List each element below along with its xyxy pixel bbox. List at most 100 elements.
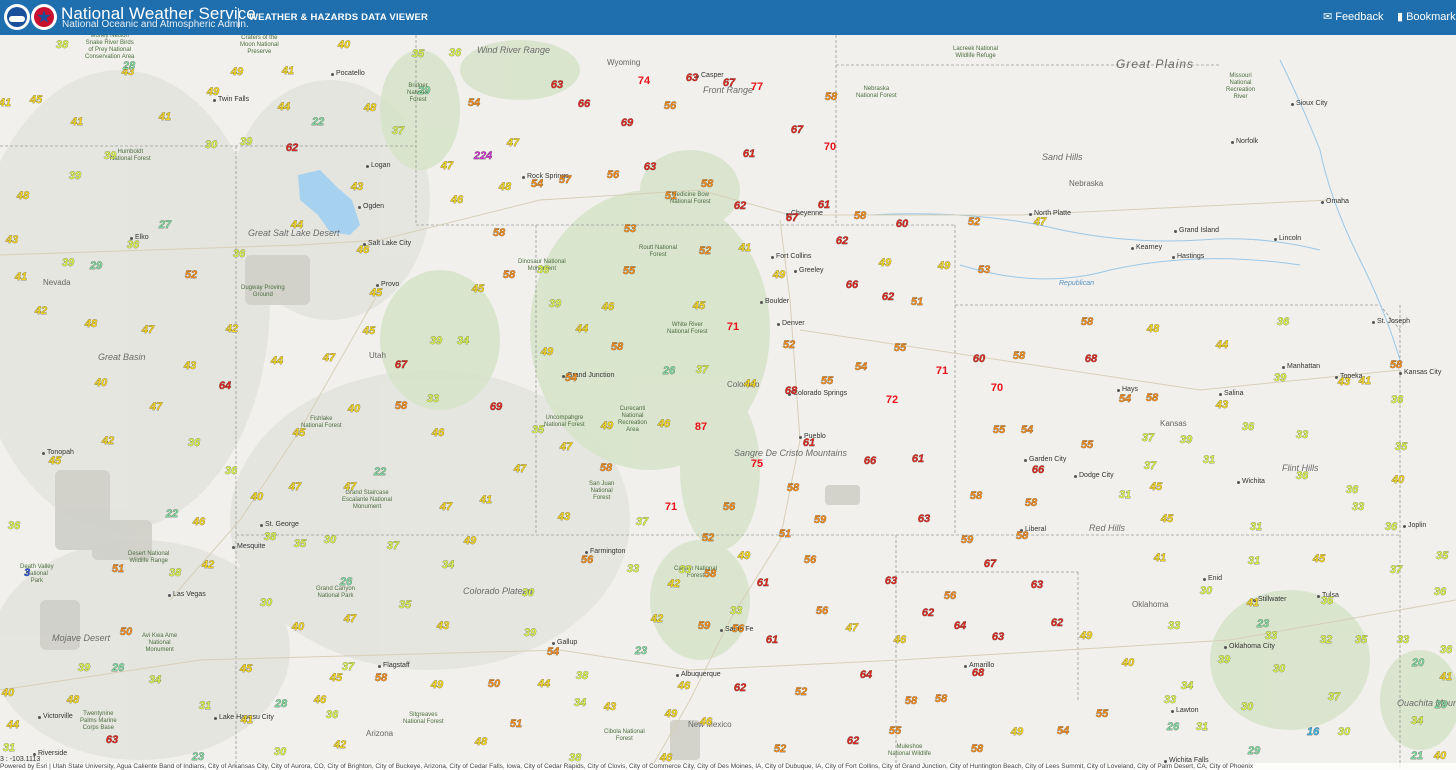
temperature-observation[interactable]: 45 xyxy=(1150,481,1163,493)
temperature-observation[interactable]: 69 xyxy=(621,117,634,129)
temperature-observation[interactable]: 52 xyxy=(702,532,715,544)
temperature-observation[interactable]: 63 xyxy=(1031,579,1044,591)
temperature-observation[interactable]: 71 xyxy=(936,365,948,377)
temperature-observation[interactable]: 46 xyxy=(432,427,445,439)
temperature-observation[interactable]: 30 xyxy=(522,587,535,599)
temperature-observation[interactable]: 37 xyxy=(696,364,709,376)
temperature-observation[interactable]: 52 xyxy=(968,216,981,228)
temperature-observation[interactable]: 64 xyxy=(954,620,967,632)
temperature-observation[interactable]: 45 xyxy=(330,672,343,684)
temperature-observation[interactable]: 62 xyxy=(286,142,299,154)
temperature-observation[interactable]: 35 xyxy=(399,599,412,611)
temperature-observation[interactable]: 28 xyxy=(275,698,288,710)
temperature-observation[interactable]: 36 xyxy=(1321,595,1334,607)
temperature-observation[interactable]: 87 xyxy=(695,421,707,433)
temperature-observation[interactable]: 61 xyxy=(803,437,816,449)
temperature-observation[interactable]: 31 xyxy=(1203,454,1216,466)
temperature-observation[interactable]: 46 xyxy=(193,516,206,528)
temperature-observation[interactable]: 56 xyxy=(816,605,829,617)
temperature-observation[interactable]: 49 xyxy=(231,66,244,78)
temperature-observation[interactable]: 45 xyxy=(693,300,706,312)
temperature-observation[interactable]: 58 xyxy=(611,341,624,353)
temperature-observation[interactable]: 30 xyxy=(274,746,287,758)
temperature-observation[interactable]: 36 xyxy=(449,47,462,59)
temperature-observation[interactable]: 36 xyxy=(127,239,140,251)
temperature-observation[interactable]: 56 xyxy=(581,554,594,566)
temperature-observation[interactable]: 23 xyxy=(635,645,648,657)
temperature-observation[interactable]: 58 xyxy=(375,672,388,684)
temperature-observation[interactable]: 41 xyxy=(159,111,172,123)
temperature-observation[interactable]: 40 xyxy=(1392,474,1405,486)
temperature-observation[interactable]: 35 xyxy=(294,538,307,550)
temperature-observation[interactable]: 30 xyxy=(260,597,273,609)
temperature-observation[interactable]: 34 xyxy=(457,335,470,347)
temperature-observation[interactable]: 26 xyxy=(112,662,125,674)
temperature-observation[interactable]: 58 xyxy=(1081,316,1094,328)
temperature-observation[interactable]: 38 xyxy=(264,531,277,543)
temperature-observation[interactable]: 16 xyxy=(1307,726,1320,738)
temperature-observation[interactable]: 56 xyxy=(944,590,957,602)
temperature-observation[interactable]: 33 xyxy=(1397,634,1410,646)
temperature-observation[interactable]: 35 xyxy=(412,48,425,60)
temperature-observation[interactable]: 52 xyxy=(774,743,787,755)
temperature-observation[interactable]: 33 xyxy=(1265,630,1278,642)
temperature-observation[interactable]: 63 xyxy=(992,631,1005,643)
temperature-observation[interactable]: 27 xyxy=(159,219,172,231)
temperature-observation[interactable]: 46 xyxy=(678,680,691,692)
temperature-observation[interactable]: 36 xyxy=(537,264,550,276)
temperature-observation[interactable]: 52 xyxy=(185,269,198,281)
temperature-observation[interactable]: 49 xyxy=(207,86,220,98)
temperature-observation[interactable]: 37 xyxy=(387,540,400,552)
temperature-observation[interactable]: 46 xyxy=(314,694,327,706)
temperature-observation[interactable]: 63 xyxy=(918,513,931,525)
temperature-observation[interactable]: 36 xyxy=(233,248,246,260)
temperature-observation[interactable]: 48 xyxy=(17,190,30,202)
temperature-observation[interactable]: 45 xyxy=(240,663,253,675)
temperature-observation[interactable]: 46 xyxy=(658,418,671,430)
temperature-observation[interactable]: 42 xyxy=(226,323,239,335)
temperature-observation[interactable]: 39 xyxy=(1180,434,1193,446)
temperature-observation[interactable]: 30 xyxy=(1200,585,1213,597)
temperature-observation[interactable]: 46 xyxy=(894,634,907,646)
temperature-observation[interactable]: 31 xyxy=(199,700,212,712)
temperature-observation[interactable]: 20 xyxy=(1412,657,1425,669)
temperature-observation[interactable]: 38 xyxy=(56,39,69,51)
temperature-observation[interactable]: 62 xyxy=(1051,617,1064,629)
temperature-observation[interactable]: 33 xyxy=(1168,620,1181,632)
temperature-observation[interactable]: 44 xyxy=(576,323,589,335)
temperature-observation[interactable]: 41 xyxy=(0,97,11,109)
temperature-observation[interactable]: 64 xyxy=(860,669,873,681)
temperature-observation[interactable]: 58 xyxy=(970,490,983,502)
temperature-observation[interactable]: 42 xyxy=(202,559,215,571)
temperature-observation[interactable]: 58 xyxy=(1390,359,1403,371)
temperature-observation[interactable]: 36 xyxy=(188,437,201,449)
temperature-observation[interactable]: 49 xyxy=(1080,630,1093,642)
temperature-observation[interactable]: 51 xyxy=(665,190,678,202)
temperature-observation[interactable]: 37 xyxy=(636,516,649,528)
temperature-observation[interactable]: 30 xyxy=(1338,726,1351,738)
temperature-observation[interactable]: 61 xyxy=(912,453,925,465)
temperature-observation[interactable]: 49 xyxy=(464,535,477,547)
temperature-observation[interactable]: 49 xyxy=(431,679,444,691)
temperature-observation[interactable]: 36 xyxy=(225,465,238,477)
temperature-observation[interactable]: 41 xyxy=(1440,671,1453,683)
temperature-observation[interactable]: 71 xyxy=(665,501,677,513)
temperature-observation[interactable]: 55 xyxy=(623,265,636,277)
temperature-observation[interactable]: 23 xyxy=(192,751,205,763)
temperature-observation[interactable]: 54 xyxy=(468,97,481,109)
temperature-observation[interactable]: 34 xyxy=(149,674,162,686)
temperature-observation[interactable]: 26 xyxy=(340,576,353,588)
temperature-observation[interactable]: 49 xyxy=(1011,726,1024,738)
temperature-observation[interactable]: 33 xyxy=(1352,501,1365,513)
temperature-observation[interactable]: 3 xyxy=(24,567,31,579)
temperature-observation[interactable]: 54 xyxy=(531,178,544,190)
temperature-observation[interactable]: 40 xyxy=(95,377,108,389)
temperature-observation[interactable]: 26 xyxy=(663,365,676,377)
temperature-observation[interactable]: 51 xyxy=(911,296,924,308)
temperature-observation[interactable]: 58 xyxy=(1025,497,1038,509)
temperature-observation[interactable]: 51 xyxy=(112,563,125,575)
temperature-observation[interactable]: 51 xyxy=(510,718,523,730)
temperature-observation[interactable]: 41 xyxy=(480,494,493,506)
temperature-observation[interactable]: 72 xyxy=(886,394,898,406)
temperature-observation[interactable]: 43 xyxy=(6,234,19,246)
